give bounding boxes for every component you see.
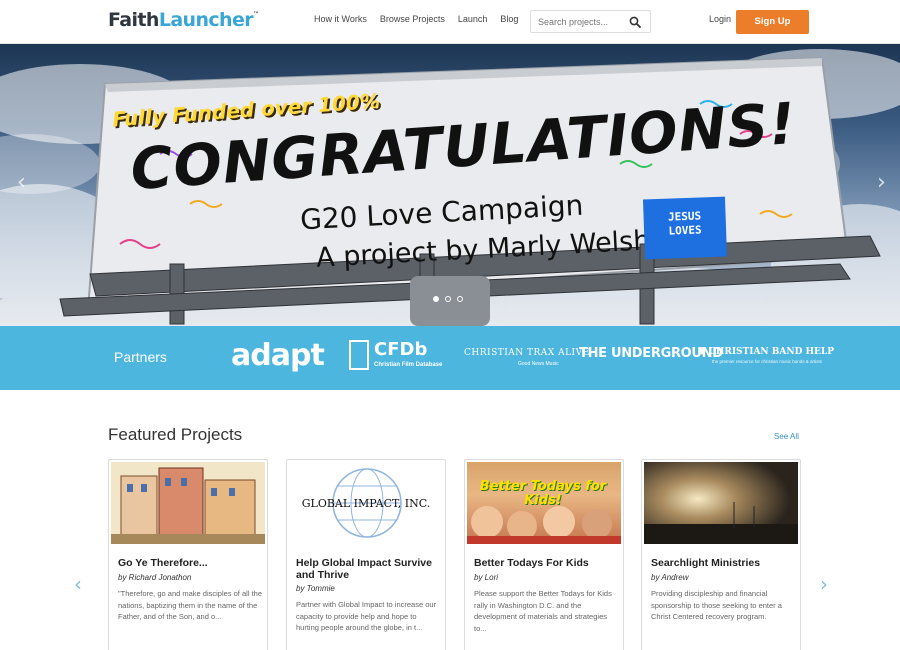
band-help-text: CHRISTIAN BAND HELP <box>708 347 835 357</box>
project-thumbnail <box>111 462 265 544</box>
project-card[interactable]: Go Ye Therefore... by Richard Jonathon "… <box>108 459 268 650</box>
project-card[interactable]: GLOBAL IMPACT, INC. Help Global Impact S… <box>286 459 446 650</box>
project-thumbnail: Better Todays for Kids! <box>467 462 621 544</box>
project-title[interactable]: Help Global Impact Survive and Thrive <box>296 557 441 581</box>
featured-prev-arrow[interactable]: ‹ <box>74 572 82 596</box>
logo-tm: ™ <box>253 11 259 18</box>
slider-dots <box>433 296 463 302</box>
partners-label: Partners <box>114 349 167 365</box>
project-title[interactable]: Go Ye Therefore... <box>118 557 263 569</box>
cfdb-subtitle: Christian Film Database <box>374 362 443 368</box>
hero-slider: ‹ › Fully Funded over 100% CONGRATULATIO… <box>0 44 900 326</box>
project-card[interactable]: Searchlight Ministries by Andrew Providi… <box>641 459 801 650</box>
project-card[interactable]: Better Todays for Kids! Better Todays Fo… <box>464 459 624 650</box>
global-impact-logo-text: GLOBAL IMPACT, INC. <box>301 497 431 510</box>
better-todays-logo-text: Better Todays for Kids! <box>479 479 607 508</box>
project-description: Providing discipleship and financial spo… <box>651 589 782 621</box>
project-author: by Lori <box>474 573 499 582</box>
project-author: by Tommie <box>296 584 335 593</box>
project-description: Please support the Better Todays for Kid… <box>474 589 612 633</box>
film-reel-icon <box>349 340 369 370</box>
project-title[interactable]: Searchlight Ministries <box>651 557 796 569</box>
nav-browse-projects[interactable]: Browse Projects <box>380 14 445 24</box>
partners-band: Partners adapt CFDb Christian Film Datab… <box>0 326 900 390</box>
search-icon[interactable] <box>629 16 641 28</box>
logo-faith: Faith <box>108 9 159 31</box>
partner-band-help-subtitle: the premier resource for christian music… <box>712 359 823 364</box>
partner-adapt-logo[interactable]: adapt <box>231 338 325 373</box>
login-link[interactable]: Login <box>709 14 731 24</box>
cfdb-text: CFDb <box>374 339 428 360</box>
partner-trax-logo[interactable]: CHRISTIAN TRAX ALIVE <box>464 348 590 358</box>
featured-next-arrow[interactable]: › <box>820 572 828 596</box>
hero-prev-arrow[interactable]: ‹ <box>17 170 26 195</box>
see-all-link[interactable]: See All <box>774 432 799 441</box>
partner-cfdb-logo[interactable]: CFDb Christian Film Database <box>349 339 443 374</box>
partner-trax-subtitle: Good News Music <box>518 361 559 367</box>
nav-blog[interactable]: Blog <box>500 14 518 24</box>
site-logo[interactable]: FaithLauncher™ <box>108 9 259 31</box>
signup-button[interactable]: Sign Up <box>736 10 809 34</box>
logo-launcher: Launcher <box>158 9 254 31</box>
slider-dot-3[interactable] <box>457 296 463 302</box>
project-title[interactable]: Better Todays For Kids <box>474 557 619 569</box>
slider-dot-2[interactable] <box>445 296 451 302</box>
nav-how-it-works[interactable]: How it Works <box>314 14 367 24</box>
project-author: by Richard Jonathon <box>118 573 192 582</box>
main-nav: How it Works Browse Projects Launch Blog <box>314 14 518 24</box>
partner-band-help-logo[interactable]: ✚ CHRISTIAN BAND HELP <box>698 347 834 357</box>
project-author: by Andrew <box>651 573 689 582</box>
project-description: "Therefore, go and make disciples of all… <box>118 589 262 621</box>
featured-title: Featured Projects <box>108 425 243 444</box>
project-thumbnail <box>644 462 798 544</box>
search-input[interactable] <box>531 11 626 32</box>
jesus-loves-badge: JESUS LOVES <box>642 196 728 260</box>
cross-icon: ✚ <box>698 347 709 357</box>
site-header: FaithLauncher™ How it Works Browse Proje… <box>0 0 900 44</box>
slider-dot-1[interactable] <box>433 296 439 302</box>
project-description: Partner with Global Impact to increase o… <box>296 600 437 632</box>
project-thumbnail: GLOBAL IMPACT, INC. <box>289 462 443 544</box>
nav-launch[interactable]: Launch <box>458 14 488 24</box>
hero-next-arrow[interactable]: › <box>877 170 886 195</box>
search-box <box>530 10 651 33</box>
badge-line-2: LOVES <box>668 223 702 238</box>
